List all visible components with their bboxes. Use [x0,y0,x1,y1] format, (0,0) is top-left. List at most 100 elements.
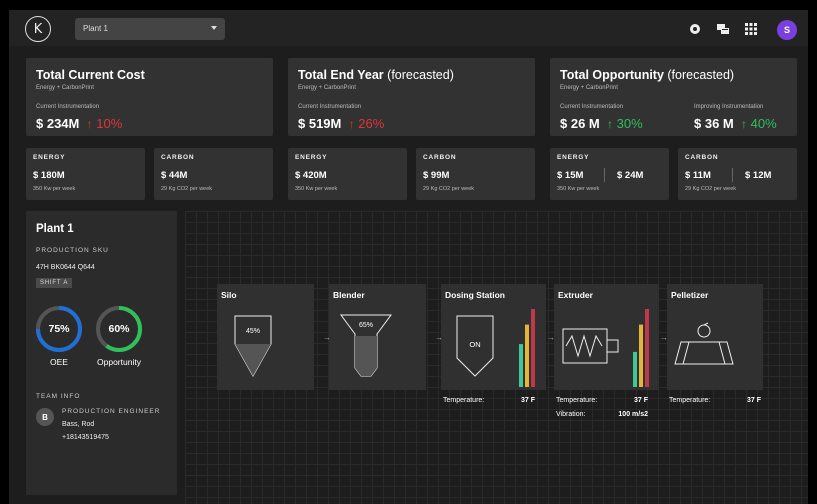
divider [604,168,605,182]
arrow-up-icon: ↑ [606,117,613,131]
card-subtitle: Energy + CarbonPrint [560,85,618,91]
engineer-name[interactable]: Bass, Rod [62,421,94,428]
chat-icon[interactable] [717,23,729,35]
card-title: Total Opportunity (forecasted) [560,68,734,82]
arrow-up-icon: ↑ [86,117,93,131]
sku-label: PRODUCTION SKU [36,247,109,254]
extruder-level-bars [633,309,649,387]
stage-dosing-station[interactable]: Dosing Station ON [441,284,546,390]
card-subtitle: Energy + CarbonPrint [36,85,94,91]
card-title-text: Total Opportunity [560,68,664,82]
level-bar [639,324,643,387]
plant-select[interactable]: Plant 1 [75,18,225,40]
metric-value: 37 F [520,397,535,404]
cost-amount: $ 26 M [560,116,600,131]
metric-subtext: 350 Kw per week [295,186,338,192]
metric-label: Temperature: [443,397,485,404]
stage-blender[interactable]: Blender 65% [329,284,426,390]
stage-pelletizer[interactable]: Pelletizer [667,284,763,390]
summary-card-end-year: Total End Year (forecasted) Energy + Car… [288,58,535,136]
metric-value: 37 F [746,397,761,404]
extruder-icon [562,328,619,364]
stage-extruder[interactable]: Extruder [554,284,659,390]
cost-delta: 10% [96,116,123,131]
engineer-avatar: B [36,408,54,426]
pelletizer-temperature: Temperature: 37 F [669,397,761,404]
cost-amount: $ 519M [298,116,342,131]
dosing-level-bars [519,309,535,387]
metric-card-carbon: CARBON $ 44M 29 Kg CO2 per week [154,148,273,200]
top-bar: K Plant 1 S [9,10,808,46]
level-bar [519,344,523,387]
logo[interactable]: K [25,16,51,42]
metric-heading: ENERGY [33,154,66,161]
shift-badge: SHIFT A [36,278,73,288]
level-bar [633,351,637,387]
pelletizer-icon [674,322,734,365]
metric-label: Temperature: [669,397,711,404]
card-title-text: Total Current Cost [36,68,145,82]
opportunity-label: Opportunity [97,357,141,367]
instrumentation-label: Current Instrumentation [298,104,362,110]
metric-heading: ENERGY [295,154,328,161]
silo-fill-level [235,344,271,376]
user-avatar[interactable]: S [777,20,797,40]
metric-subtext: 29 Kg CO2 per week [161,186,213,192]
metric-value: $ 11M [685,170,711,181]
instrumentation-label: Current Instrumentation [36,104,100,110]
summary-card-opportunity: Total Opportunity (forecasted) Energy + … [550,58,797,136]
metric-heading: CARBON [685,154,719,161]
cost-delta: 30% [616,116,643,131]
metric-heading: CARBON [161,154,195,161]
silo-icon [234,315,272,378]
blender-fill-level [355,336,377,376]
chevron-down-icon [211,26,217,30]
metric-subtext: 29 Kg CO2 per week [423,186,475,192]
dosing-temperature: Temperature: 37 F [443,397,535,404]
stage-name: Blender [333,290,365,300]
user-initial: S [783,25,790,35]
level-bar [525,324,529,387]
sku-value: 47H BK0644 Q644 [36,264,95,271]
metric-card-energy: ENERGY $ 420M 350 Kw per week [288,148,407,200]
improving-instrumentation-label: Improving Instrumentation [694,104,764,110]
metric-value: $ 99M [423,170,450,181]
metric-heading: CARBON [423,154,457,161]
app-window: K Plant 1 S Total Current Cost Energy + … [9,10,808,504]
extruder-temperature: Temperature: 37 F [556,397,648,404]
metric-subtext: 350 Kw per week [557,186,600,192]
cost-amount: $ 36 M [694,116,734,131]
extruder-vibration: Vibration: 100 m/s2 [556,411,648,418]
metric-value: $ 180M [33,170,65,181]
apps-grid-icon[interactable] [745,23,757,35]
metric-label: Temperature: [556,397,598,404]
metric-label: Vibration: [556,411,586,418]
engineer-phone[interactable]: +18143519475 [62,434,109,441]
process-flow-canvas: Silo 45% → Blender 65% → Dosing Station … [185,211,808,504]
notification-icon[interactable] [689,23,701,35]
oee-value: 75% [48,323,70,335]
metric-value: $ 420M [295,170,327,181]
metric-card-carbon: CARBON $ 11M $ 12M 29 Kg CO2 per week [678,148,797,200]
divider [732,168,733,182]
card-title-suffix: (forecasted) [663,68,735,82]
opportunity-improving-value: $ 36 M ↑ 40% [694,116,777,131]
stage-name: Dosing Station [445,290,505,300]
blender-fill-label: 65% [358,322,373,329]
plant-info-panel: Plant 1 PRODUCTION SKU 47H BK0644 Q644 S… [26,211,177,495]
cost-delta: 40% [750,116,777,131]
plant-select-value: Plant 1 [83,24,108,33]
cost-delta: 26% [358,116,385,131]
level-bar [531,309,535,387]
stage-silo[interactable]: Silo 45% [217,284,314,390]
dosing-state: ON [469,340,481,349]
arrow-up-icon: ↑ [740,117,747,131]
metric-value: $ 44M [161,170,188,181]
card-title: Total Current Cost [36,68,145,82]
card-title-text: Total End Year [298,68,384,82]
card-title-suffix: (forecasted) [383,68,454,82]
metric-heading: ENERGY [557,154,590,161]
stage-name: Extruder [558,290,593,300]
arrow-up-icon: ↑ [348,117,355,131]
stage-name: Silo [221,290,237,300]
